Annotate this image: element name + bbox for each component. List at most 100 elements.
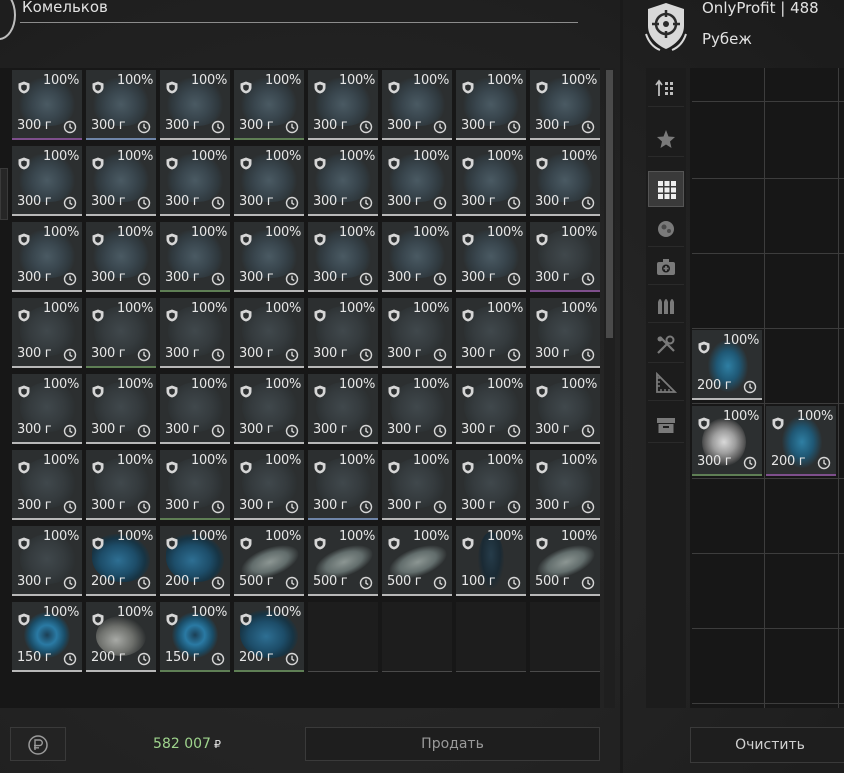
item-slot[interactable]: 100% 300 г: [530, 146, 600, 216]
item-slot[interactable]: 100% 300 г: [530, 222, 600, 292]
item-slot[interactable]: 100% 300 г: [382, 222, 452, 292]
inventory-scrollbar[interactable]: [604, 68, 615, 708]
item-durability: 100%: [43, 605, 79, 620]
item-slot[interactable]: 100% 200 г: [160, 526, 230, 596]
item-slot[interactable]: 100% 300 г: [530, 70, 600, 140]
empty-slot[interactable]: [308, 602, 378, 672]
item-slot[interactable]: 100% 300 г: [234, 374, 304, 444]
currency-button[interactable]: [10, 727, 66, 761]
item-slot[interactable]: 100% 300 г: [308, 146, 378, 216]
item-slot[interactable]: 100% 300 г: [530, 374, 600, 444]
item-slot[interactable]: 100% 300 г: [234, 298, 304, 368]
shield-icon: [166, 155, 178, 170]
item-slot[interactable]: 100% 300 г: [456, 450, 526, 520]
star-icon: [657, 130, 675, 148]
item-slot[interactable]: 100% 300 г: [12, 450, 82, 520]
tab-tools[interactable]: [648, 327, 684, 363]
item-slot[interactable]: 100% 300 г: [12, 374, 82, 444]
item-slot[interactable]: 100% 300 г: [456, 222, 526, 292]
item-slot[interactable]: 100% 300 г: [308, 450, 378, 520]
item-slot[interactable]: 100% 300 г: [160, 298, 230, 368]
clock-icon: [817, 455, 831, 470]
item-slot[interactable]: 100% 300 г: [86, 222, 156, 292]
item-slot[interactable]: 100% 200 г: [86, 526, 156, 596]
item-slot[interactable]: 100% 300 г: [234, 450, 304, 520]
item-slot[interactable]: 100% 300 г: [86, 450, 156, 520]
clear-button[interactable]: Очистить: [690, 727, 844, 763]
item-slot[interactable]: 100% 300 г: [12, 526, 82, 596]
item-slot[interactable]: 100% 300 г: [160, 70, 230, 140]
item-slot[interactable]: 100% 300 г: [456, 146, 526, 216]
shield-icon: [240, 535, 252, 550]
item-slot[interactable]: 100% 300 г: [308, 298, 378, 368]
item-slot[interactable]: 100% 200 г: [234, 602, 304, 672]
item-durability: 100%: [413, 301, 449, 316]
item-slot[interactable]: 100% 300 г: [160, 146, 230, 216]
item-durability: 100%: [43, 301, 79, 316]
tab-ruler[interactable]: [648, 365, 684, 401]
item-slot[interactable]: 100% 300 г: [382, 298, 452, 368]
clock-icon: [211, 195, 225, 210]
item-slot[interactable]: 100% 300 г: [12, 298, 82, 368]
item-slot[interactable]: 100% 300 г: [86, 146, 156, 216]
item-slot[interactable]: 100% 300 г: [456, 70, 526, 140]
item-slot[interactable]: 100% 300 г: [456, 298, 526, 368]
item-slot[interactable]: 100% 300 г: [160, 222, 230, 292]
tab-box[interactable]: [648, 407, 684, 443]
scrollbar-thumb[interactable]: [606, 70, 613, 338]
item-weight: 300 г: [535, 194, 570, 209]
empty-slot[interactable]: [530, 602, 600, 672]
item-slot[interactable]: 100% 300 г: [86, 70, 156, 140]
shield-icon: [388, 79, 400, 94]
item-slot[interactable]: 100% 300 г: [86, 298, 156, 368]
item-slot[interactable]: 100% 200 г: [692, 330, 762, 400]
item-slot[interactable]: 100% 300 г: [160, 374, 230, 444]
left-edge-tab[interactable]: [0, 168, 8, 220]
item-slot[interactable]: 100% 300 г: [234, 222, 304, 292]
item-slot[interactable]: 100% 300 г: [692, 406, 762, 476]
item-slot[interactable]: 100% 200 г: [766, 406, 836, 476]
item-slot[interactable]: 100% 300 г: [308, 374, 378, 444]
item-slot[interactable]: 100% 300 г: [382, 146, 452, 216]
item-slot[interactable]: 100% 300 г: [382, 450, 452, 520]
item-durability: 100%: [339, 453, 375, 468]
item-slot[interactable]: 100% 300 г: [382, 374, 452, 444]
tab-star[interactable]: [648, 121, 684, 157]
item-slot[interactable]: 100% 300 г: [12, 222, 82, 292]
empty-slot[interactable]: [456, 602, 526, 672]
item-slot[interactable]: 100% 300 г: [530, 450, 600, 520]
item-slot[interactable]: 100% 300 г: [308, 222, 378, 292]
clock-icon: [211, 651, 225, 666]
item-slot[interactable]: 100% 500 г: [234, 526, 304, 596]
clock-icon: [285, 347, 299, 362]
item-weight: 200 г: [91, 650, 126, 665]
item-slot[interactable]: 100% 500 г: [308, 526, 378, 596]
sell-button[interactable]: Продать: [305, 727, 600, 761]
item-slot[interactable]: 100% 300 г: [160, 450, 230, 520]
item-slot[interactable]: 100% 300 г: [12, 146, 82, 216]
tab-grid[interactable]: [648, 171, 684, 207]
item-slot[interactable]: 100% 300 г: [530, 298, 600, 368]
item-slot[interactable]: 100% 300 г: [308, 70, 378, 140]
shield-icon: [388, 535, 400, 550]
item-slot[interactable]: 100% 100 г: [456, 526, 526, 596]
empty-slot[interactable]: [382, 602, 452, 672]
item-slot[interactable]: 100% 300 г: [12, 70, 82, 140]
item-slot[interactable]: 100% 150 г: [12, 602, 82, 672]
item-slot[interactable]: 100% 300 г: [456, 374, 526, 444]
item-slot[interactable]: 100% 150 г: [160, 602, 230, 672]
item-slot[interactable]: 100% 500 г: [530, 526, 600, 596]
tab-medkit[interactable]: [648, 249, 684, 285]
shield-icon: [166, 307, 178, 322]
item-durability: 100%: [413, 529, 449, 544]
item-slot[interactable]: 100% 300 г: [382, 70, 452, 140]
item-weight: 300 г: [461, 194, 496, 209]
tab-artifact[interactable]: [648, 211, 684, 247]
item-slot[interactable]: 100% 200 г: [86, 602, 156, 672]
item-slot[interactable]: 100% 300 г: [234, 70, 304, 140]
item-slot[interactable]: 100% 500 г: [382, 526, 452, 596]
tab-sort[interactable]: [648, 71, 684, 107]
item-slot[interactable]: 100% 300 г: [234, 146, 304, 216]
item-slot[interactable]: 100% 300 г: [86, 374, 156, 444]
tab-ammo[interactable]: [648, 287, 684, 323]
